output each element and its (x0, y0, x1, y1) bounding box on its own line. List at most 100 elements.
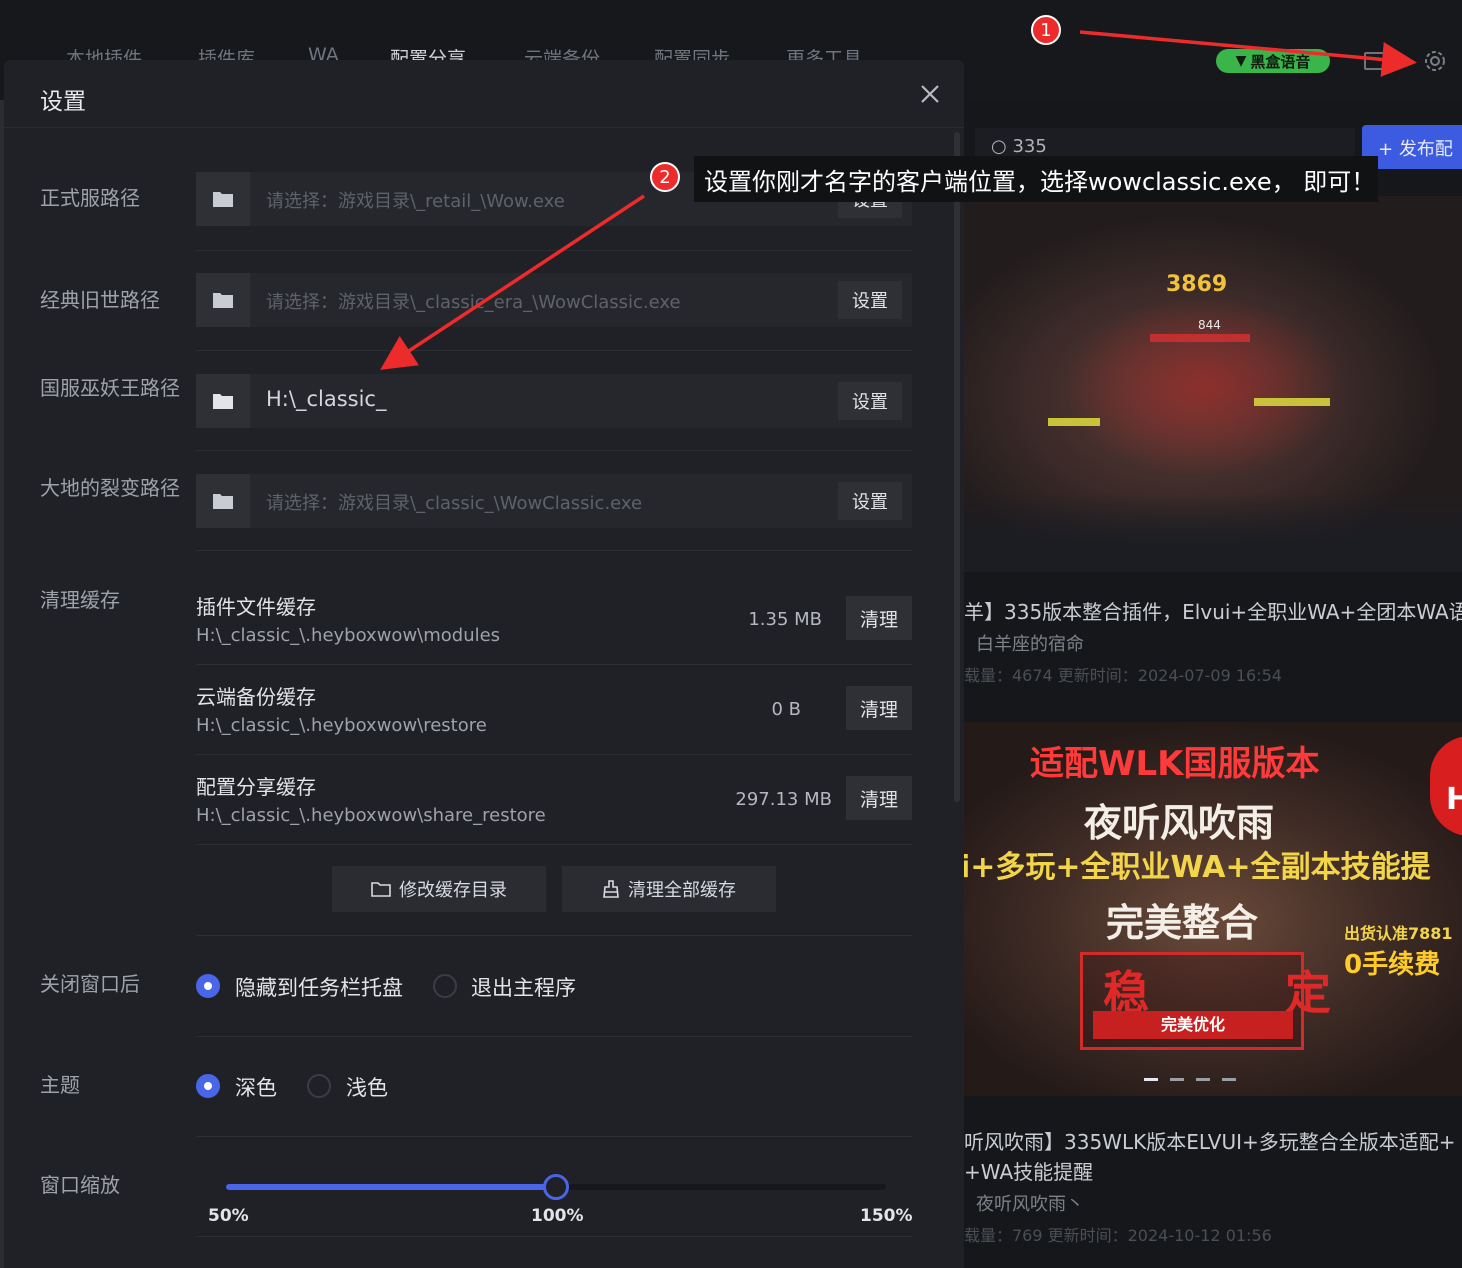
voice-logo-icon: ▼ (1235, 53, 1247, 69)
search-value: 335 (1012, 136, 1047, 157)
card-meta: 载量：769 更新时间：2024-10-12 01:56 (964, 1226, 1272, 1245)
card-author[interactable]: 白羊座的宿命 (976, 630, 1084, 656)
thumbnail-text: 3869 (1166, 272, 1228, 297)
folder-outline-icon (371, 882, 391, 897)
thumbnail-hud (964, 492, 1462, 572)
settings-gear-icon[interactable] (1422, 48, 1448, 74)
thumbnail-bar (1150, 334, 1250, 342)
exit-program-label[interactable]: 退出主程序 (471, 972, 576, 1002)
cataclysm-path-label: 大地的裂变路径 (40, 476, 180, 500)
divider (196, 450, 912, 451)
clear-share-cache-button[interactable]: 清理 (846, 776, 912, 820)
divider (196, 550, 912, 551)
thumbnail-text: 844 (1198, 318, 1221, 332)
thumbnail-text: 夜听风吹雨 (1084, 800, 1275, 845)
card-meta: 载量：4674 更新时间：2024-07-09 16:54 (964, 666, 1282, 685)
divider (196, 1136, 912, 1137)
close-behavior-label: 关闭窗口后 (40, 972, 140, 996)
divider (196, 1036, 912, 1037)
cloud-backup-cache-path: H:\_classic_\.heyboxwow\restore (196, 715, 487, 736)
wlk-path-value: H:\_classic_ (266, 387, 387, 411)
card-thumbnail[interactable]: 3869 844 (964, 196, 1462, 572)
cloud-backup-cache-size: 0 B (771, 699, 801, 720)
radio-hide-to-tray[interactable] (196, 974, 220, 998)
classic-era-path-placeholder: 请选择：游戏目录\_classic_era_\WowClassic.exe (266, 292, 681, 313)
card-author[interactable]: 夜听风吹雨丶 (976, 1190, 1084, 1216)
retail-path-placeholder: 请选择：游戏目录\_retail_\Wow.exe (266, 191, 565, 212)
theme-dark-label[interactable]: 深色 (235, 1072, 277, 1102)
zoom-slider[interactable] (226, 1174, 886, 1200)
window-mode-icon[interactable] (1364, 52, 1388, 70)
zoom-tick-mid: 100% (531, 1206, 584, 1226)
addon-cache-title: 插件文件缓存 (196, 595, 316, 619)
divider (196, 350, 912, 351)
folder-icon[interactable] (196, 172, 250, 226)
annotation-instruction: 设置你刚才名字的客户端位置，选择wowclassic.exe， 即可！ (694, 156, 1378, 202)
card-thumbnail[interactable]: 适配WLK国服版本 夜听风吹雨 i+多玩+全职业WA+全副本技能提 完美整合 出… (964, 722, 1462, 1096)
divider (196, 1236, 912, 1237)
thumbnail-stamp: 稳 定 完美优化 (1080, 952, 1331, 1050)
divider (196, 250, 912, 251)
modify-cache-dir-button[interactable]: 修改缓存目录 (332, 866, 546, 912)
cataclysm-path-placeholder: 请选择：游戏目录\_classic_\WowClassic.exe (266, 493, 643, 514)
folder-icon[interactable] (196, 474, 250, 528)
thumbnail-bar (1048, 418, 1100, 426)
addon-cache-size: 1.35 MB (748, 609, 822, 630)
thumbnail-text: i+多玩+全职业WA+全副本技能提 (964, 850, 1431, 885)
clear-cloud-backup-cache-button[interactable]: 清理 (846, 686, 912, 730)
divider (196, 935, 912, 936)
wlk-path-label: 国服巫妖王路径 (40, 376, 180, 400)
wlk-path-field[interactable]: H:\_classic_ 设置 (196, 374, 912, 428)
card-title[interactable]: 听风吹雨】335WLK版本ELVUI+多玩整合全版本适配+ (964, 1126, 1456, 1155)
annotation-step-1: 1 (1031, 15, 1061, 45)
card-title[interactable]: 羊】335版本整合插件，Elvui+全职业WA+全团本WA语 (964, 596, 1462, 625)
clear-cache-label: 清理缓存 (40, 588, 120, 612)
dialog-scrollbar[interactable] (954, 132, 960, 802)
thumbnail-text: 完美整合 (1106, 900, 1259, 945)
wlk-path-set-button[interactable]: 设置 (838, 382, 902, 420)
addon-cache-path: H:\_classic_\.heyboxwow\modules (196, 625, 501, 646)
cataclysm-path-field[interactable]: 请选择：游戏目录\_classic_\WowClassic.exe 设置 (196, 474, 912, 528)
classic-era-path-set-button[interactable]: 设置 (838, 281, 902, 319)
zoom-slider-fill (226, 1184, 556, 1190)
broom-icon (603, 880, 619, 898)
thumbnail-text: 出货认准7881 (1344, 924, 1453, 943)
zoom-tick-min: 50% (208, 1206, 249, 1226)
voice-badge[interactable]: ▼ 黑盒语音 (1216, 49, 1330, 73)
divider (196, 664, 912, 665)
share-cache-title: 配置分享缓存 (196, 775, 316, 799)
folder-icon[interactable] (196, 273, 250, 327)
hide-to-tray-label[interactable]: 隐藏到任务栏托盘 (235, 972, 403, 1002)
settings-dialog: 设置 正式服路径 请选择：游戏目录\_retail_\Wow.exe 设置 经典… (4, 60, 964, 1268)
close-icon[interactable] (918, 82, 942, 106)
annotation-step-2: 2 (650, 162, 680, 192)
zoom-slider-thumb[interactable] (543, 1174, 569, 1200)
clear-addon-cache-button[interactable]: 清理 (846, 596, 912, 640)
cataclysm-path-set-button[interactable]: 设置 (838, 482, 902, 520)
voice-badge-label: 黑盒语音 (1250, 52, 1311, 71)
share-cache-size: 297.13 MB (735, 789, 832, 810)
classic-era-path-label: 经典旧世路径 (40, 288, 160, 312)
plus-icon: + (1378, 139, 1394, 160)
radio-exit-program[interactable] (433, 974, 457, 998)
clear-all-cache-button[interactable]: 清理全部缓存 (562, 866, 776, 912)
folder-icon[interactable] (196, 374, 250, 428)
thumbnail-bar (1254, 398, 1330, 406)
card-title-line2[interactable]: +WA技能提醒 (964, 1156, 1093, 1185)
search-icon: ○ (991, 136, 1007, 157)
window-zoom-label: 窗口缩放 (40, 1173, 120, 1197)
dialog-title: 设置 (40, 89, 86, 115)
divider (196, 754, 912, 755)
thumbnail-text: 适配WLK国服版本 (1030, 744, 1320, 784)
divider (196, 844, 912, 845)
carousel-dots[interactable] (1144, 1078, 1236, 1081)
radio-theme-dark[interactable] (196, 1074, 220, 1098)
share-cache-path: H:\_classic_\.heyboxwow\share_restore (196, 805, 546, 826)
zoom-tick-max: 150% (860, 1206, 913, 1226)
theme-label: 主题 (40, 1073, 80, 1097)
radio-theme-light[interactable] (307, 1074, 331, 1098)
dialog-header: 设置 (4, 60, 964, 128)
theme-light-label[interactable]: 浅色 (346, 1072, 388, 1102)
retail-path-label: 正式服路径 (40, 186, 140, 210)
classic-era-path-field[interactable]: 请选择：游戏目录\_classic_era_\WowClassic.exe 设置 (196, 273, 912, 327)
